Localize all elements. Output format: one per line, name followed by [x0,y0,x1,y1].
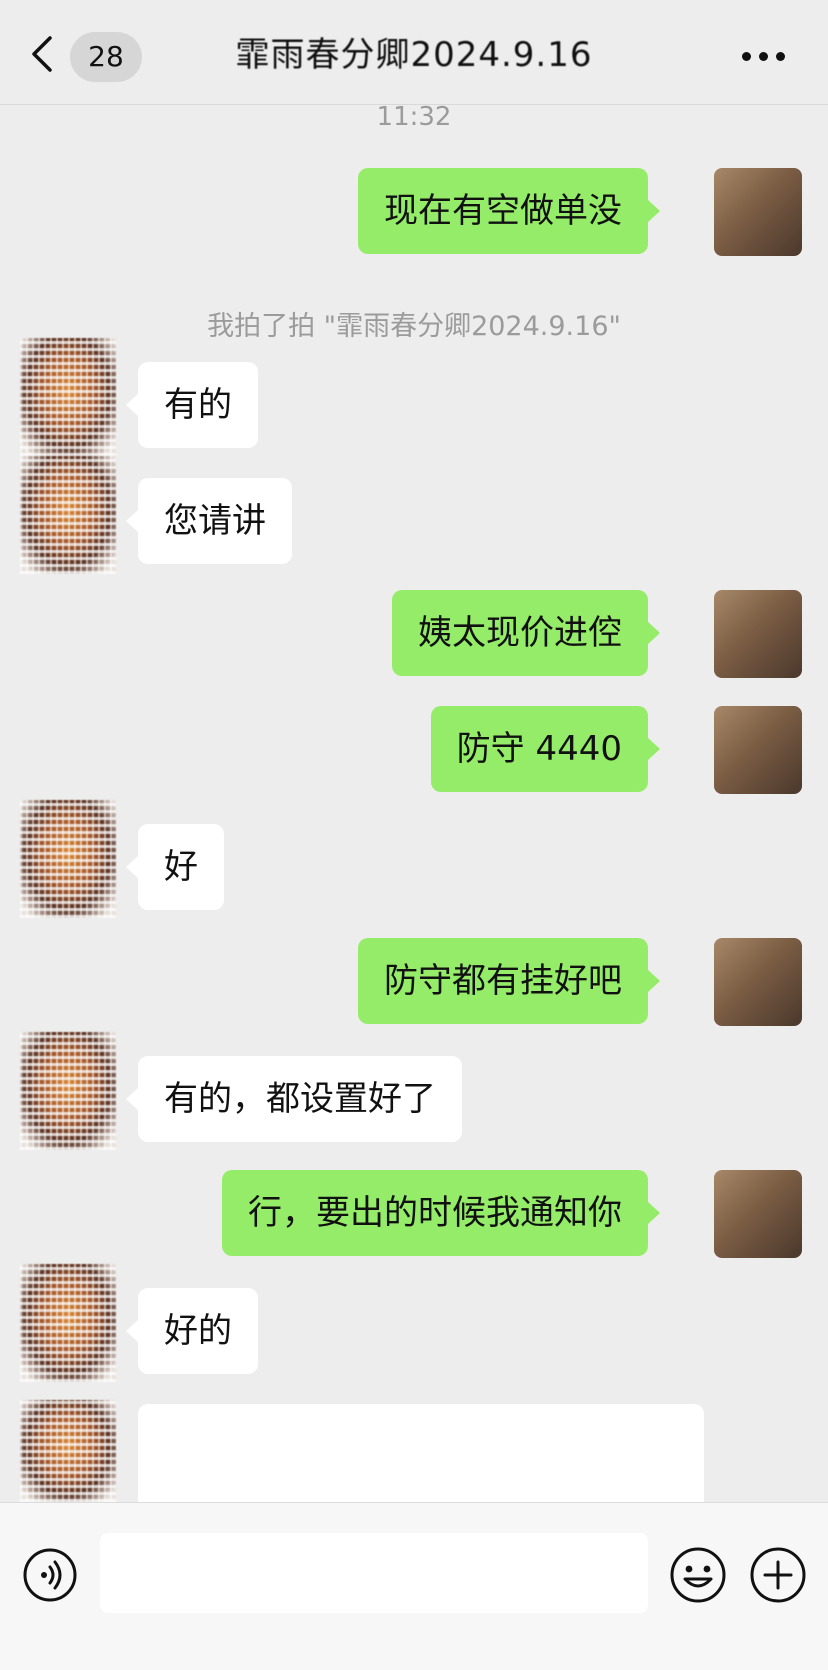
sent-message-bubble[interactable]: 姨太现价进倥 [392,590,660,676]
contact-avatar[interactable] [20,800,116,918]
received-message-bubble[interactable]: 有的 [126,362,258,448]
contact-avatar[interactable] [20,456,116,574]
chat-header: 28 霏雨春分卿2024.9.16 [0,0,828,105]
unread-count-badge[interactable]: 28 [70,32,142,82]
my-avatar[interactable] [714,706,802,794]
my-avatar[interactable] [714,168,802,256]
received-message-bubble[interactable]: 好 [126,824,224,910]
sent-message-bubble[interactable]: 现在有空做单没 [358,168,660,254]
my-avatar[interactable] [714,1170,802,1258]
input-bar [0,1502,828,1670]
received-message-bubble[interactable]: 好的 [126,1288,258,1374]
voice-icon[interactable] [22,1547,78,1603]
contact-avatar[interactable] [20,1032,116,1150]
plus-icon[interactable] [748,1545,808,1605]
pat-system-note: 我拍了拍 "霏雨春分卿2024.9.16" [207,311,621,342]
sent-message-bubble[interactable]: 行，要出的时候我通知你 [222,1170,660,1256]
received-message-bubble[interactable]: 有的，都设置好了 [126,1056,462,1142]
contact-avatar[interactable] [20,338,116,456]
sent-message-bubble[interactable]: 防守 4440 [430,706,661,792]
received-message-bubble[interactable]: 您请讲 [126,478,292,564]
received-message-bubble-partial[interactable] [138,1404,704,1502]
back-arrow-icon[interactable] [28,34,58,74]
chat-title: 霏雨春分卿2024.9.16 [235,35,593,75]
my-avatar[interactable] [714,938,802,1026]
emoji-icon[interactable] [668,1545,728,1605]
more-options-icon[interactable] [742,52,786,64]
message-timestamp: 11:32 [376,102,452,132]
sent-message-bubble[interactable]: 防守都有挂好吧 [358,938,660,1024]
my-avatar[interactable] [714,590,802,678]
message-input[interactable] [100,1533,648,1613]
contact-avatar[interactable] [20,1264,116,1382]
contact-avatar[interactable] [20,1400,116,1502]
